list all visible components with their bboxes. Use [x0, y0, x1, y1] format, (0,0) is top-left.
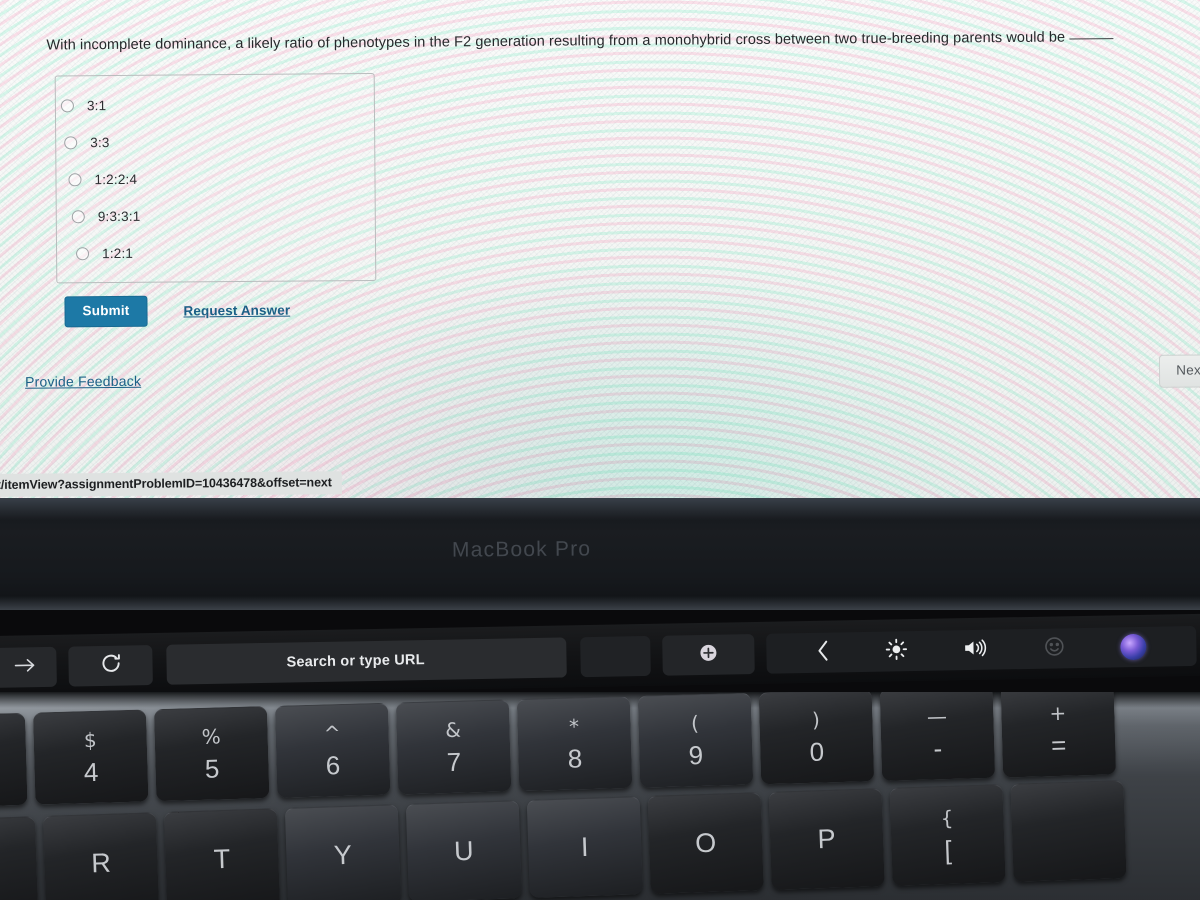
key-bracket-right[interactable]	[1010, 780, 1127, 882]
key-u[interactable]: U	[405, 800, 522, 900]
key-top-label: $	[83, 727, 97, 753]
reload-icon	[100, 653, 121, 679]
touch-bar: Search or type URL	[0, 613, 1200, 698]
key-top-label: +	[1049, 700, 1067, 726]
key-bottom-label: Y	[333, 839, 353, 871]
touchbar-back-small-button[interactable]	[580, 635, 651, 678]
browser-page-content: With incomplete dominance, a likely rati…	[0, 0, 1200, 498]
key-5[interactable]: % 5	[153, 706, 270, 802]
key-i[interactable]: I	[526, 796, 643, 898]
touchbar-url-placeholder: Search or type URL	[286, 652, 425, 671]
key-bottom-label: 8	[567, 743, 583, 774]
choice-label: 1:2:1	[102, 245, 134, 262]
touchbar-forward-button[interactable]	[0, 646, 57, 688]
radio-button-icon[interactable]	[68, 173, 82, 187]
key-6[interactable]: ^ 6	[274, 702, 391, 798]
choice-label: 3:1	[86, 98, 107, 114]
choice-option-5[interactable]: 1:2:1	[76, 235, 141, 273]
key-3[interactable]: # 3	[0, 712, 28, 808]
choice-option-3[interactable]: 1:2:2:4	[68, 161, 140, 199]
key-bottom-label: -	[933, 733, 943, 764]
laptop-screen: With incomplete dominance, a likely rati…	[0, 0, 1200, 510]
key-e[interactable]: E	[0, 816, 39, 900]
answer-choices-list: 3:1 3:3 1:2:2:4 9:3:3:1 1:2:1	[60, 87, 141, 273]
key-t[interactable]: T	[163, 808, 281, 900]
key-top-label: ^	[323, 721, 341, 746]
key-r[interactable]: R	[42, 812, 160, 900]
request-answer-link[interactable]: Request Answer	[183, 302, 290, 318]
bezel-bottom-edge	[0, 596, 1200, 610]
key-bottom-label: T	[213, 843, 231, 875]
key-bottom-label: 6	[325, 750, 341, 781]
volume-icon[interactable]	[962, 637, 988, 662]
radio-button-icon[interactable]	[76, 247, 90, 261]
key-bottom-label: U	[453, 835, 475, 867]
key-9[interactable]: ( 9	[637, 692, 754, 788]
chevron-left-icon[interactable]	[816, 639, 830, 666]
bezel-top-glow	[0, 498, 1200, 520]
key-y[interactable]: Y	[284, 804, 401, 900]
status-bar-url: ct/itemView?assignmentProblemID=10436478…	[0, 471, 342, 498]
key-bottom-label: 9	[688, 739, 704, 771]
key-bottom-label: P	[817, 823, 837, 855]
choice-option-4[interactable]: 9:3:3:1	[71, 198, 141, 236]
choice-option-1[interactable]: 3:1	[60, 87, 140, 125]
photo-of-macbook-screen: With incomplete dominance, a likely rati…	[0, 0, 1200, 900]
key-top-label: %	[201, 724, 222, 749]
key-bottom-label: 4	[83, 756, 99, 788]
key-bottom-label: [	[943, 834, 953, 866]
arrow-right-icon	[13, 657, 37, 678]
key-bottom-label: 7	[446, 746, 462, 778]
answer-blank	[1069, 38, 1114, 40]
key-top-label: {	[940, 805, 954, 831]
key-top-label: &	[444, 717, 462, 743]
touchbar-url-field[interactable]: Search or type URL	[166, 637, 567, 685]
keyboard: # 3 $ 4 % 5 ^ 6 & 7 * 8	[0, 692, 1200, 900]
key-equals[interactable]: + =	[1000, 692, 1117, 778]
key-bottom-label: =	[1050, 729, 1067, 761]
key-top-label: )	[811, 707, 821, 732]
plus-circle-icon	[698, 642, 718, 667]
next-button[interactable]: Next›	[1159, 354, 1200, 388]
key-top-label: —	[926, 704, 948, 729]
touchbar-reload-button[interactable]	[68, 645, 153, 687]
radio-button-icon[interactable]	[64, 136, 78, 150]
key-0[interactable]: ) 0	[758, 692, 875, 785]
key-p[interactable]: P	[768, 788, 885, 890]
brightness-icon[interactable]	[885, 638, 907, 665]
submit-button[interactable]: Submit	[64, 295, 148, 327]
key-8[interactable]: * 8	[516, 695, 633, 792]
question-text: With incomplete dominance, a likely rati…	[46, 29, 1066, 54]
screen-bezel: MacBook Pro	[0, 498, 1200, 610]
emoji-icon[interactable]	[1043, 635, 1065, 662]
key-bracket-left[interactable]: { [	[889, 784, 1006, 886]
key-top-label: *	[568, 714, 580, 739]
key-bottom-label: I	[580, 831, 590, 863]
choice-label: 3:3	[90, 135, 110, 151]
key-minus[interactable]: — -	[879, 692, 996, 781]
choice-label: 9:3:3:1	[97, 208, 141, 225]
provide-feedback-link[interactable]: Provide Feedback	[25, 373, 141, 390]
key-o[interactable]: O	[647, 792, 764, 894]
choice-label: 1:2:2:4	[94, 171, 138, 188]
touchbar-control-strip	[766, 625, 1197, 674]
siri-orb-icon[interactable]	[1120, 633, 1147, 661]
key-4[interactable]: $ 4	[32, 709, 149, 805]
choice-option-2[interactable]: 3:3	[64, 124, 140, 162]
radio-button-icon[interactable]	[60, 99, 74, 113]
radio-button-icon[interactable]	[71, 210, 85, 224]
key-bottom-label: O	[694, 827, 717, 859]
touchbar-new-tab-button[interactable]	[662, 633, 755, 676]
key-bottom-label: R	[90, 847, 112, 879]
next-label: Next	[1176, 362, 1200, 378]
key-bottom-label: 0	[809, 736, 825, 767]
key-7[interactable]: & 7	[395, 699, 512, 795]
key-bottom-label: 5	[204, 753, 220, 784]
macbook-pro-label: MacBook Pro	[451, 537, 592, 562]
question-prompt: With incomplete dominance, a likely rati…	[46, 29, 1156, 54]
key-top-label: (	[690, 711, 700, 736]
action-row: Submit Request Answer	[64, 295, 290, 327]
